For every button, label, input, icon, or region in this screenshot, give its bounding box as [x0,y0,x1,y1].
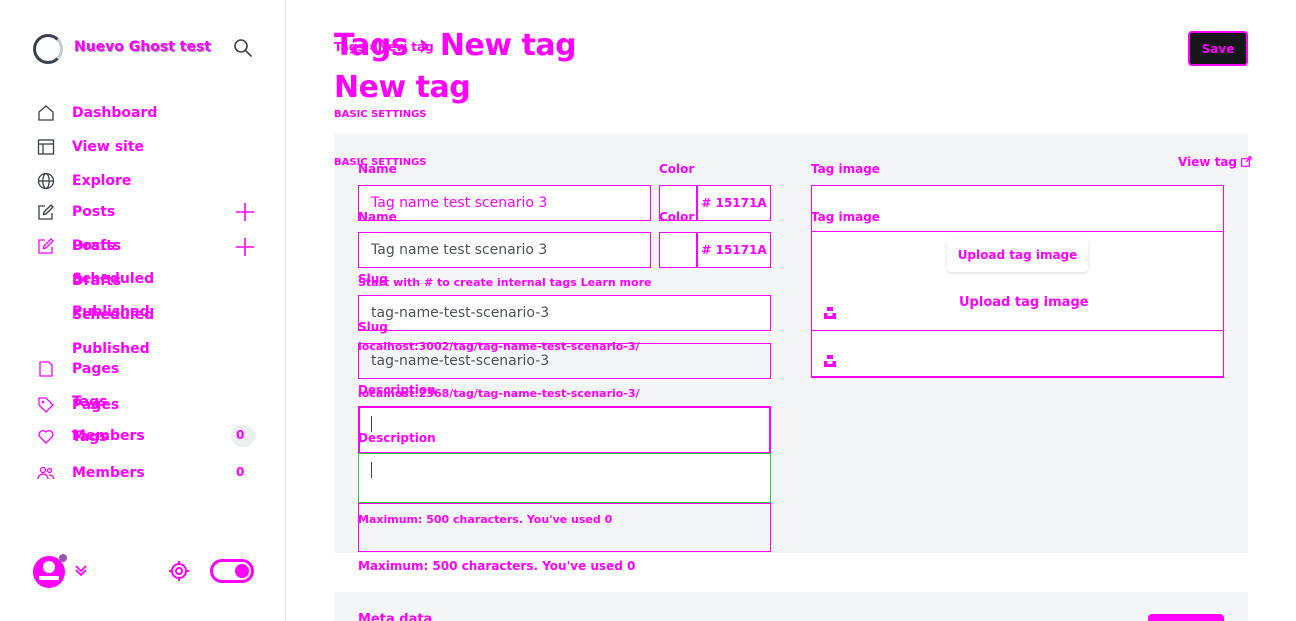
breadcrumb-parent[interactable]: Tags [334,40,364,54]
color-hex-input[interactable]: # 15171A [697,185,771,221]
upload-tag-image-text[interactable]: Upload tag image [959,295,1089,310]
globe-icon [36,171,56,191]
meta-data-title: Meta data [358,612,433,621]
sidebar-item-dashboard[interactable]: Dashboard [36,101,157,125]
external-link-icon [1241,156,1252,167]
sidebar-item-explore[interactable]: Explore [36,169,131,193]
search-icon[interactable] [233,38,253,58]
toggle-knob [235,564,249,578]
slug-input-value: tag-name-test-scenario-3 [371,353,550,369]
gear-icon[interactable] [168,560,190,582]
meta-data-expand-button[interactable] [1148,614,1224,621]
sidebar-item-tags-ghost[interactable]: Tags [72,394,108,410]
users-icon [36,463,56,483]
members-heart-icon [36,427,56,447]
meta-data-panel [334,592,1248,621]
site-logo[interactable] [33,34,63,64]
tag-image-label: Tag image [811,162,880,176]
name-input-value: Tag name test scenario 3 [371,242,548,258]
name-input[interactable]: Tag name test scenario 3 [358,185,651,221]
unsplash-icon-ghost[interactable] [823,354,837,368]
view-tag-link[interactable]: View tag [1178,155,1252,169]
section-label: BASIC SETTINGS [334,109,427,120]
sidebar-item-posts[interactable]: Posts [36,200,115,224]
sidebar-item-view-site[interactable]: View site [36,135,144,159]
avatar[interactable] [33,552,67,590]
name-input-value: Tag name test scenario 3 [371,195,548,211]
tag-icon [36,395,56,415]
color-hex-input-ghost[interactable]: # 15171A [697,232,771,268]
sidebar-item-drafts[interactable]: Drafts [72,238,121,254]
pages-icon [36,359,56,379]
breadcrumb: Tags › New tag [334,40,434,54]
breadcrumb-current: New tag [377,40,434,54]
sidebar-item-members[interactable]: Members [36,461,145,485]
description-textarea-focused[interactable] [358,453,771,503]
color-swatch-ghost[interactable] [659,232,697,268]
sidebar-item-label: Dashboard [72,105,158,121]
breadcrumb-separator: › [368,40,374,54]
sidebar-item-pages[interactable]: Pages [36,357,119,381]
sidebar-item-published[interactable]: Published [72,341,150,357]
sidebar-item-members-ghost[interactable]: Members [72,428,145,444]
text-caret [371,416,372,432]
name-input-ghost[interactable]: Tag name test scenario 3 [358,232,651,268]
description-textarea-ghost[interactable] [358,503,771,552]
color-label: Color [659,162,695,176]
slug-input-ghost[interactable]: tag-name-test-scenario-3 [358,343,771,379]
home-icon [36,103,56,123]
slug-label: Slug [358,320,388,334]
sidebar-item-label: Posts [72,204,116,220]
name-label-ghost: Name [358,210,397,224]
sidebar-item-drafts-ghost[interactable]: Drafts [72,273,121,289]
sidebar-item-label: View site [72,139,145,155]
slug-input[interactable]: tag-name-test-scenario-3 [358,295,771,331]
name-label: Name [358,162,397,176]
members-count-ghost: 0 [236,428,245,442]
sidebar-item-label: Pages [72,361,120,377]
text-caret [371,462,372,478]
edit-icon [36,236,56,256]
tag-image-label-ghost: Tag image [811,210,880,224]
add-post-icon[interactable] [235,202,255,222]
save-button[interactable]: Save [1188,31,1248,66]
upload-tag-image-button[interactable]: Upload tag image [947,238,1088,272]
unsplash-icon[interactable] [823,306,837,320]
sidebar-item-label: Explore [72,173,132,189]
view-tag-label: View tag [1178,155,1238,169]
page-title: New tag [334,70,471,105]
browser-icon [36,137,56,157]
tag-image-dropzone[interactable] [811,185,1224,232]
description-textarea[interactable] [358,406,771,454]
dark-mode-toggle[interactable] [210,559,254,583]
sidebar-item-label: Members [72,465,145,481]
description-hint: Maximum: 500 characters. You've used 0 [358,513,613,526]
color-label-ghost: Color [659,210,695,224]
sidebar-item-scheduled-ghost[interactable]: Scheduled [72,307,154,323]
chevron-down-icon[interactable] [73,562,89,578]
tag-image-footer [811,330,1224,378]
add-post-icon[interactable] [235,237,255,257]
slug-input-value: tag-name-test-scenario-3 [371,305,550,321]
description-hint-ghost: Maximum: 500 characters. You've used 0 [358,559,636,573]
sidebar: Nuevo Ghost test Nuevo Ghost test Dashbo… [0,0,286,621]
site-title[interactable]: Nuevo Ghost test [74,39,211,55]
description-label: Description [358,431,436,445]
name-hint-ghost: Start with # to create internal tags Lea… [358,276,652,289]
edit-icon [36,202,56,222]
members-count: 0 [236,465,245,479]
slug-url-ghost[interactable]: localhost:2368/tag/tag-name-test-scenari… [358,387,640,400]
